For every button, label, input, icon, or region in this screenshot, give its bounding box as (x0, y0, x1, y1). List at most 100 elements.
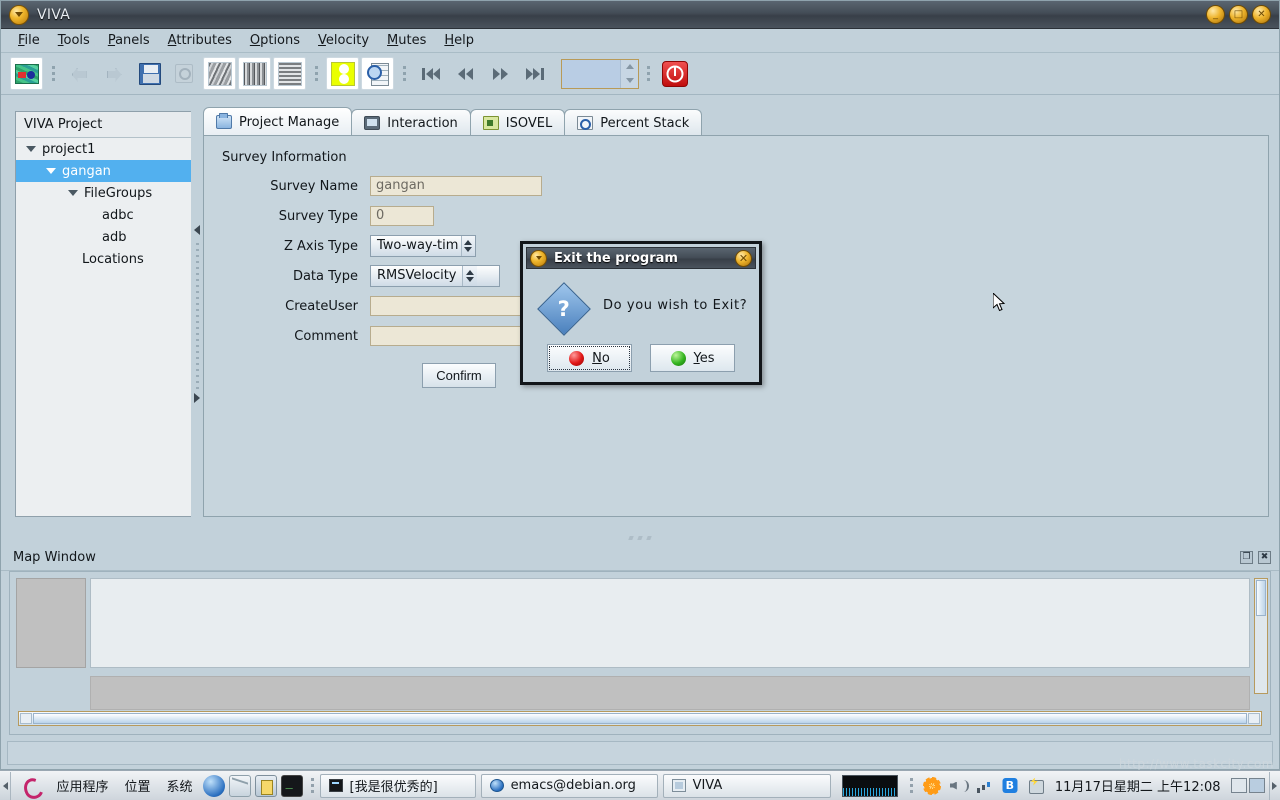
z-axis-type-combo[interactable]: Two-way-tim (370, 235, 476, 257)
dialog-no-button[interactable]: No (547, 344, 632, 372)
toolbar-velocity-picker-button[interactable] (326, 57, 359, 90)
menu-mutes[interactable]: Mutes (378, 31, 435, 50)
toolbar-rewind-button[interactable] (449, 57, 482, 90)
toolbar-exit-button[interactable] (658, 57, 691, 90)
tab-percent-stack[interactable]: Percent Stack (564, 109, 702, 136)
menu-file[interactable]: FFileile (9, 31, 49, 50)
confirm-button[interactable]: Confirm (422, 363, 496, 388)
taskbar-collapse-left-button[interactable] (0, 772, 11, 800)
tree-node-project1[interactable]: project1 (16, 138, 191, 160)
toolbar-skip-last-button[interactable] (519, 57, 552, 90)
scroll-left-button[interactable] (20, 713, 32, 724)
tree-node-adbc[interactable]: adbc (16, 204, 191, 226)
tree-node-gangan[interactable]: gangan (16, 160, 191, 182)
workspace-1[interactable] (1231, 778, 1247, 793)
workspace-2[interactable] (1249, 778, 1265, 793)
frame-number-spinner[interactable] (561, 59, 639, 89)
minimize-button[interactable]: _ (1206, 5, 1225, 24)
task-button-terminal[interactable]: [我是很优秀的] (320, 774, 476, 798)
expander-icon[interactable] (46, 168, 56, 174)
toolbar-map-thumbnail-button[interactable] (10, 57, 43, 90)
toolbar-back-button[interactable] (63, 57, 96, 90)
bluetooth-icon[interactable] (1000, 776, 1020, 796)
splitter-collapse-left-icon[interactable] (194, 225, 200, 235)
tree-node-adb[interactable]: adb (16, 226, 191, 248)
map-window-restore-button[interactable]: ❐ (1240, 551, 1253, 564)
dock-resize-grip[interactable] (1, 531, 1279, 545)
frame-number-stepper[interactable] (620, 60, 638, 88)
network-signal-icon[interactable] (974, 776, 994, 796)
tab-project-manage[interactable]: Project Manage (203, 107, 352, 136)
taskbar-menu-applications[interactable]: 应用程序 (48, 776, 116, 795)
workspace-switcher[interactable] (1231, 778, 1265, 793)
label-z-axis-type: Z Axis Type (222, 239, 370, 254)
survey-type-input[interactable]: 0 (370, 206, 434, 226)
volume-icon[interactable] (948, 776, 968, 796)
map-horizontal-scrollbar[interactable] (18, 711, 1262, 726)
dialog-menu-orb-icon[interactable] (530, 250, 547, 267)
toolbar-fast-forward-button[interactable] (484, 57, 517, 90)
mail-icon[interactable] (229, 775, 251, 797)
splitter-collapse-right-icon[interactable] (194, 393, 200, 403)
tab-isovel[interactable]: ISOVEL (470, 109, 565, 136)
map-window-close-button[interactable]: ✖ (1258, 551, 1271, 564)
text-editor-icon[interactable] (255, 775, 277, 797)
toolbar-seismic-2-button[interactable] (238, 57, 271, 90)
tab-interaction[interactable]: Interaction (351, 109, 471, 136)
menu-panels[interactable]: Panels (99, 31, 159, 50)
close-button[interactable]: ✕ (1252, 5, 1271, 24)
tree-node-locations[interactable]: Locations (16, 248, 191, 270)
toolbar-seismic-1-button[interactable] (203, 57, 236, 90)
taskbar-collapse-right-button[interactable] (1269, 772, 1280, 800)
tree-node-filegroups[interactable]: FileGroups (16, 182, 191, 204)
map-legend-panel (16, 578, 86, 668)
menu-help[interactable]: Help (435, 31, 483, 50)
cpu-monitor-graph[interactable] (842, 775, 898, 797)
toolbar-grip-4[interactable] (644, 59, 652, 89)
debian-logo-icon[interactable] (21, 776, 41, 796)
scroll-right-button[interactable] (1248, 713, 1260, 724)
toolbar-skip-first-button[interactable] (414, 57, 447, 90)
toolbar-forward-button[interactable] (98, 57, 131, 90)
toolbar-save-button[interactable] (133, 57, 166, 90)
taskbar-menu-places[interactable]: 位置 (117, 776, 159, 795)
panel-splitter[interactable] (191, 111, 203, 517)
taskbar-clock[interactable]: 11月17日星期二 上午12:08 (1049, 776, 1227, 795)
data-type-stepper[interactable] (462, 266, 477, 286)
task-button-viva[interactable]: VIVA (663, 774, 831, 798)
map-vertical-scroll-thumb[interactable] (1256, 580, 1266, 616)
maximize-icon: □ (1234, 10, 1243, 20)
toolbar-grip-2[interactable] (312, 59, 320, 89)
taskbar-menu-system[interactable]: 系统 (159, 776, 201, 795)
z-axis-type-stepper[interactable] (461, 236, 476, 256)
toolbar-save-as-button[interactable] (168, 57, 201, 90)
tab-label: ISOVEL (506, 116, 552, 131)
expander-icon[interactable] (68, 190, 78, 196)
app-menu-orb-icon[interactable] (9, 5, 29, 25)
map-canvas[interactable] (90, 578, 1250, 668)
menu-tools[interactable]: Tools (49, 31, 99, 50)
data-type-combo[interactable]: RMSVelocity (370, 265, 500, 287)
task-button-emacs[interactable]: emacs@debian.org (481, 774, 658, 798)
globe-icon (490, 779, 504, 792)
dialog-message: Do you wish to Exit? (603, 298, 747, 313)
toolbar-seismic-3-button[interactable] (273, 57, 306, 90)
toolbar-document-inspect-button[interactable] (361, 57, 394, 90)
expander-icon[interactable] (26, 146, 36, 152)
map-vertical-scrollbar[interactable] (1254, 578, 1268, 694)
toolbar-grip[interactable] (49, 59, 57, 89)
web-browser-icon[interactable] (203, 775, 225, 797)
maximize-button[interactable]: □ (1229, 5, 1248, 24)
update-manager-icon[interactable] (922, 776, 942, 796)
menu-velocity[interactable]: Velocity (309, 31, 378, 50)
dialog-close-button[interactable]: ✕ (735, 250, 752, 267)
dialog-yes-button[interactable]: Yes (650, 344, 735, 372)
map-horizontal-scroll-thumb[interactable] (33, 713, 1247, 724)
frame-number-value[interactable] (562, 60, 620, 88)
menu-options[interactable]: Options (241, 31, 309, 50)
survey-name-input[interactable]: gangan (370, 176, 542, 196)
terminal-icon[interactable] (281, 775, 303, 797)
battery-icon[interactable] (1026, 776, 1046, 796)
toolbar-grip-3[interactable] (400, 59, 408, 89)
menu-attributes[interactable]: Attributes (159, 31, 241, 50)
